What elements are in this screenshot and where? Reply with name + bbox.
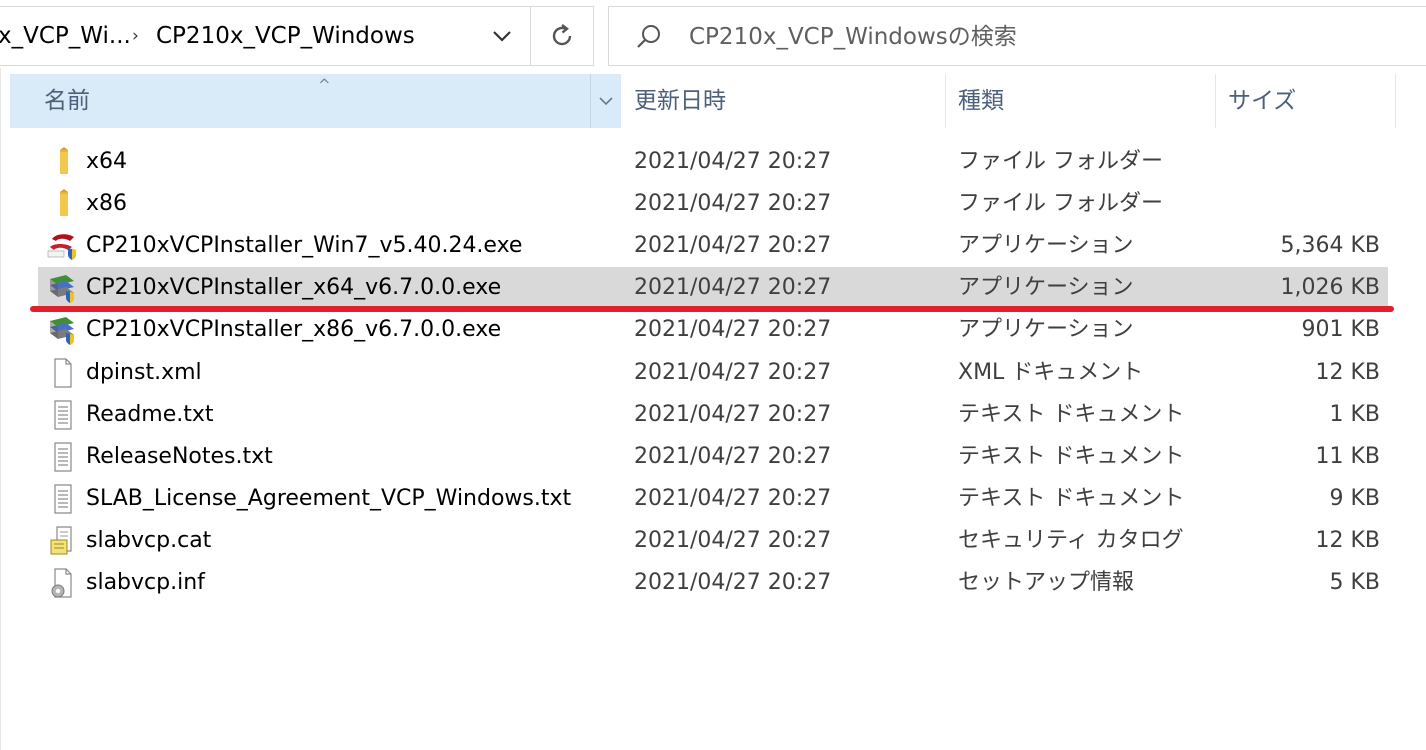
file-size: 11 KB — [1315, 444, 1380, 469]
file-name: SLAB_License_Agreement_VCP_Windows.txt — [86, 486, 572, 511]
file-type: セットアップ情報 — [958, 570, 1135, 595]
file-row[interactable]: CP210xVCPInstaller_x86_v6.7.0.0.exe 2021… — [38, 309, 1388, 351]
file-size: 1,026 KB — [1280, 275, 1381, 300]
file-size: 9 KB — [1329, 486, 1380, 511]
search-icon — [637, 25, 660, 48]
file-row[interactable]: slabvcp.inf 2021/04/27 20:27 セットアップ情報 5 … — [38, 562, 1388, 604]
file-date: 2021/04/27 20:27 — [634, 191, 832, 216]
breadcrumb-current[interactable]: CP210x_VCP_Windows — [156, 7, 415, 65]
file-date: 2021/04/27 20:27 — [634, 275, 832, 300]
catalog-file-icon — [50, 526, 72, 555]
file-type: アプリケーション — [958, 233, 1134, 258]
address-bar[interactable]: x_VCP_Wi... › CP210x_VCP_Windows — [0, 6, 594, 66]
file-row[interactable]: dpinst.xml 2021/04/27 20:27 XML ドキュメント 1… — [38, 352, 1388, 394]
column-header-type[interactable]: 種類 — [946, 74, 1216, 128]
file-date: 2021/04/27 20:27 — [634, 402, 832, 427]
breadcrumb-parent[interactable]: x_VCP_Wi... — [0, 7, 131, 65]
file-name: CP210xVCPInstaller_Win7_v5.40.24.exe — [86, 233, 523, 258]
file-type: テキスト ドキュメント — [958, 444, 1185, 469]
address-history-chevron-down-icon[interactable] — [476, 7, 528, 65]
file-row-selected[interactable]: CP210xVCPInstaller_x64_v6.7.0.0.exe 2021… — [38, 267, 1388, 309]
address-toolbar: x_VCP_Wi... › CP210x_VCP_Windows — [0, 0, 1426, 68]
file-size: 1 KB — [1329, 402, 1380, 427]
file-name: x64 — [86, 149, 128, 174]
file-size: 5 KB — [1329, 570, 1380, 595]
file-date: 2021/04/27 20:27 — [634, 233, 832, 258]
file-name: Readme.txt — [86, 402, 214, 427]
file-type: セキュリティ カタログ — [958, 528, 1184, 553]
column-filter-chevron-down-icon[interactable] — [590, 74, 621, 128]
installer-icon — [50, 317, 74, 345]
highlight-underline — [30, 306, 1394, 312]
file-size: 12 KB — [1315, 360, 1380, 385]
column-header-date[interactable]: 更新日時 — [622, 74, 946, 128]
file-name: dpinst.xml — [86, 360, 202, 385]
file-date: 2021/04/27 20:27 — [634, 528, 832, 553]
file-date: 2021/04/27 20:27 — [634, 570, 832, 595]
sort-ascending-icon: ^ — [318, 76, 331, 94]
setup-info-file-icon — [51, 568, 72, 598]
column-header-size[interactable]: サイズ — [1216, 74, 1396, 128]
file-type: ファイル フォルダー — [958, 191, 1163, 216]
file-name: CP210xVCPInstaller_x64_v6.7.0.0.exe — [86, 275, 502, 300]
file-date: 2021/04/27 20:27 — [634, 486, 832, 511]
file-type: アプリケーション — [958, 275, 1134, 300]
file-row[interactable]: x86 2021/04/27 20:27 ファイル フォルダー — [38, 183, 1388, 225]
folder-icon — [60, 189, 68, 216]
folder-icon — [60, 147, 68, 174]
file-name: slabvcp.inf — [86, 570, 205, 595]
file-type: テキスト ドキュメント — [958, 486, 1185, 511]
file-date: 2021/04/27 20:27 — [634, 149, 832, 174]
file-type: テキスト ドキュメント — [958, 402, 1185, 427]
file-date: 2021/04/27 20:27 — [634, 360, 832, 385]
text-file-icon — [54, 400, 72, 430]
search-input[interactable] — [687, 15, 1391, 59]
file-type: アプリケーション — [958, 317, 1134, 342]
file-size: 5,364 KB — [1280, 233, 1381, 258]
pane-divider — [0, 68, 1, 750]
breadcrumb-separator-icon[interactable]: › — [132, 7, 139, 65]
file-date: 2021/04/27 20:27 — [634, 317, 832, 342]
search-box[interactable] — [608, 6, 1426, 66]
file-size: 901 KB — [1301, 317, 1380, 342]
blank-file-icon — [54, 358, 72, 388]
file-name: slabvcp.cat — [86, 528, 212, 553]
refresh-icon[interactable] — [530, 7, 593, 65]
text-file-icon — [54, 484, 72, 514]
file-row[interactable]: ReleaseNotes.txt 2021/04/27 20:27 テキスト ド… — [38, 436, 1388, 478]
file-name: CP210xVCPInstaller_x86_v6.7.0.0.exe — [86, 317, 502, 342]
installer-icon — [50, 275, 74, 303]
file-size: 12 KB — [1315, 528, 1380, 553]
file-name: ReleaseNotes.txt — [86, 444, 273, 469]
column-header: ^ 名前 更新日時 種類 サイズ — [0, 74, 1426, 128]
column-header-name[interactable]: ^ 名前 — [10, 74, 621, 128]
file-row[interactable]: Readme.txt 2021/04/27 20:27 テキスト ドキュメント … — [38, 394, 1388, 436]
text-file-icon — [54, 442, 72, 472]
file-row[interactable]: slabvcp.cat 2021/04/27 20:27 セキュリティ カタログ… — [38, 520, 1388, 562]
column-header-name-label: 名前 — [44, 88, 90, 114]
file-row[interactable]: SLAB_License_Agreement_VCP_Windows.txt 2… — [38, 478, 1388, 520]
file-type: XML ドキュメント — [958, 360, 1144, 385]
file-date: 2021/04/27 20:27 — [634, 444, 832, 469]
file-type: ファイル フォルダー — [958, 149, 1163, 174]
silabs-installer-icon — [47, 234, 76, 260]
file-row[interactable]: x64 2021/04/27 20:27 ファイル フォルダー — [38, 141, 1388, 183]
file-name: x86 — [86, 191, 128, 216]
file-row[interactable]: CP210xVCPInstaller_Win7_v5.40.24.exe 202… — [38, 225, 1388, 267]
